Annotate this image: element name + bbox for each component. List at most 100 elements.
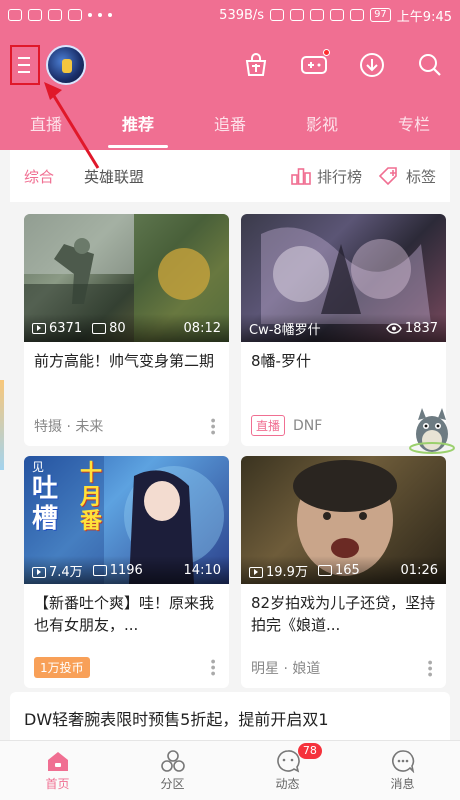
- category-tag[interactable]: 特摄 · 未来: [34, 416, 103, 436]
- nav-dynamic[interactable]: 78 动态: [230, 741, 345, 800]
- play-count-icon: [32, 566, 46, 578]
- danmaku-icon: [317, 564, 332, 576]
- shopping-bag-icon: [245, 53, 267, 76]
- menu-button[interactable]: [10, 45, 40, 85]
- dynamic-icon: [276, 750, 300, 773]
- battery-indicator: 97: [370, 8, 391, 22]
- search-icon: [419, 54, 441, 76]
- video-card[interactable]: 6371 80 08:12 前方高能！帅气变身第二期 特摄 · 未来 •••: [24, 214, 229, 446]
- avatar[interactable]: [46, 45, 86, 85]
- coin-tag: 1万投币: [34, 657, 90, 678]
- thumb-text-right: 十月番: [80, 461, 103, 534]
- clock: 上午9:45: [396, 9, 452, 25]
- game-button[interactable]: [300, 49, 330, 79]
- chart-bars-icon: [291, 168, 311, 185]
- network-speed: 539B/s: [219, 7, 265, 23]
- video-thumbnail[interactable]: 十月番 吐槽 见 7.4万 1196 14:10: [24, 456, 229, 584]
- notification-icon: [68, 9, 82, 21]
- rank-label: 排行榜: [316, 167, 362, 186]
- app-header: 直播 推荐 追番 影视 专栏: [0, 30, 460, 150]
- category-tag[interactable]: 明星 · 娘道: [251, 658, 320, 678]
- signal-icon: [330, 9, 345, 21]
- more-options-icon[interactable]: •••: [423, 659, 436, 677]
- home-icon: [47, 752, 68, 771]
- video-meta: 7.4万 1196 14:10: [24, 556, 229, 584]
- subnav-item-lol[interactable]: 英雄联盟: [84, 166, 144, 187]
- video-thumbnail[interactable]: 19.9万 165 01:26: [241, 456, 446, 584]
- top-tabs: 直播 推荐 追番 影视 专栏: [0, 100, 460, 150]
- bottom-navigation: 首页 分区 78 动态 消息: [0, 740, 460, 800]
- video-meta: 6371 80 08:12: [24, 314, 229, 342]
- viewer-count: 1837: [404, 320, 438, 336]
- rank-button[interactable]: 排行榜: [291, 166, 362, 187]
- message-icon: [391, 750, 414, 773]
- duration: 08:12: [183, 320, 221, 336]
- live-category[interactable]: DNF: [293, 418, 322, 434]
- tags-button[interactable]: 标签: [378, 166, 436, 187]
- gamepad-icon: [301, 56, 327, 74]
- nav-dynamic-label: 动态: [275, 777, 300, 791]
- category-icon: [160, 750, 185, 772]
- tag-add-icon: [378, 167, 397, 186]
- play-count-icon: [249, 566, 263, 578]
- play-count: 6371: [49, 320, 83, 336]
- live-title[interactable]: 8幡-罗什: [241, 342, 446, 398]
- nav-category[interactable]: 分区: [115, 741, 230, 800]
- thumb-text-small: 见: [32, 460, 45, 474]
- danmaku-icon: [92, 564, 107, 576]
- video-title[interactable]: 【新番吐个爽】哇！原来我也有女朋友，...: [24, 584, 229, 640]
- more-options-icon[interactable]: •••: [206, 417, 219, 435]
- wechat-icon: [8, 9, 22, 21]
- live-meta: Cw-8幡罗什 1837: [241, 314, 446, 342]
- nav-home-label: 首页: [45, 777, 70, 791]
- thumb-text-left: 吐槽: [32, 474, 59, 534]
- more-options-icon[interactable]: •••: [206, 658, 219, 676]
- shop-button[interactable]: [242, 51, 270, 79]
- vibrate-icon: [270, 9, 285, 21]
- subnav-item-general[interactable]: 综合: [24, 166, 54, 187]
- danmaku-count: 1196: [109, 562, 143, 578]
- video-title[interactable]: 前方高能！帅气变身第二期: [24, 342, 229, 398]
- tab-film[interactable]: 影视: [276, 100, 368, 150]
- live-thumbnail[interactable]: Cw-8幡罗什 1837: [241, 214, 446, 342]
- tags-label: 标签: [405, 167, 436, 186]
- nav-messages-label: 消息: [390, 777, 415, 791]
- danmaku-count: 165: [334, 562, 360, 578]
- tab-anime[interactable]: 追番: [184, 100, 276, 150]
- video-meta: 19.9万 165 01:26: [241, 556, 446, 584]
- sub-navigation: 综合 英雄联盟 排行榜 标签: [10, 150, 450, 202]
- side-strip: [0, 380, 4, 470]
- status-bar: 539B/s 97 上午9:45: [0, 0, 460, 30]
- eye-icon: [386, 322, 402, 334]
- video-title[interactable]: 82岁拍戏为儿子还贷，坚持拍完《娘道...: [241, 584, 446, 640]
- dynamic-badge: 78: [297, 743, 322, 759]
- video-card[interactable]: 十月番 吐槽 见 7.4万 1196 14:10 【新番吐个爽】哇！原来我也有女…: [24, 456, 229, 688]
- search-button[interactable]: [416, 51, 444, 79]
- video-card[interactable]: 19.9万 165 01:26 82岁拍戏为儿子还贷，坚持拍完《娘道... 明星…: [241, 456, 446, 688]
- tab-column[interactable]: 专栏: [368, 100, 460, 150]
- nav-home[interactable]: 首页: [0, 741, 115, 800]
- tab-live[interactable]: 直播: [0, 100, 92, 150]
- play-count: 7.4万: [49, 564, 83, 580]
- play-count-icon: [32, 322, 46, 334]
- ad-text: DW轻奢腕表限时预售5折起，提前开启双1: [24, 710, 329, 729]
- signal-icon-2: [350, 9, 365, 21]
- download-icon: [360, 53, 384, 77]
- notification-dot: [323, 49, 330, 56]
- more-notifications-icon: [88, 13, 92, 17]
- play-count: 19.9万: [266, 564, 308, 580]
- tab-recommend[interactable]: 推荐: [92, 100, 184, 150]
- danmaku-count: 80: [109, 320, 126, 336]
- live-room-name: Cw-8幡罗什: [249, 322, 321, 338]
- video-thumbnail[interactable]: 6371 80 08:12: [24, 214, 229, 342]
- mascot-icon[interactable]: [408, 402, 456, 456]
- live-badge: 直播: [251, 415, 286, 436]
- nav-messages[interactable]: 消息: [345, 741, 460, 800]
- nav-category-label: 分区: [160, 777, 185, 791]
- app-icon: [28, 9, 42, 21]
- duration: 01:26: [400, 562, 438, 578]
- download-button[interactable]: [358, 51, 386, 79]
- duration: 14:10: [183, 562, 221, 578]
- key-icon: [48, 9, 62, 21]
- hd-icon: [290, 9, 305, 21]
